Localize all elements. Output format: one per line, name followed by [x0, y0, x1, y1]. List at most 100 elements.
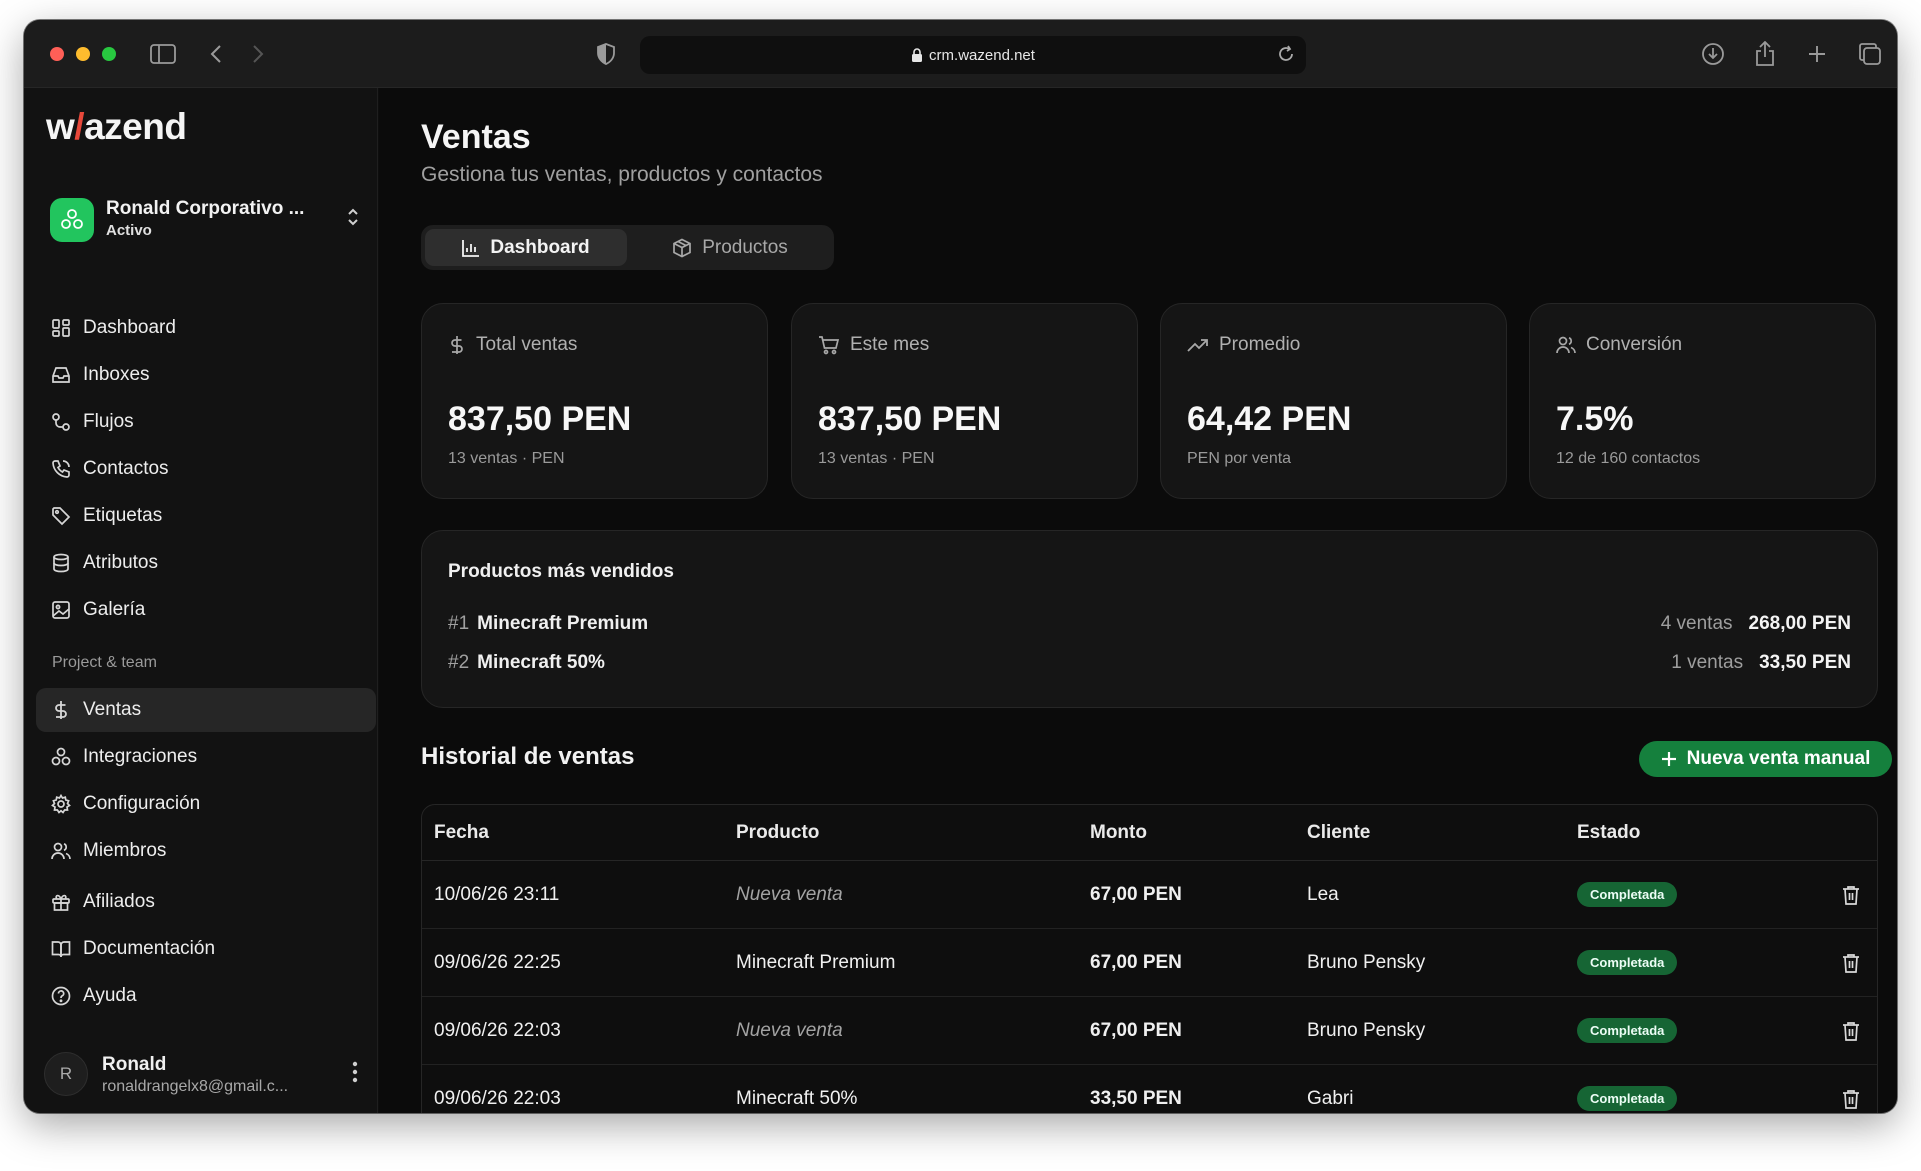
table-header: Fecha Producto Monto Cliente Estado	[422, 805, 1877, 861]
gear-icon	[50, 793, 72, 815]
cell-fecha: 09/06/26 22:03	[434, 1019, 561, 1041]
sidebar-item-label: Integraciones	[83, 746, 198, 767]
trending-up-icon	[1187, 337, 1209, 353]
sidebar-item-ayuda[interactable]: Ayuda	[36, 974, 376, 1018]
url-text: crm.wazend.net	[929, 46, 1035, 64]
sidebar: w/azend Ronald Corporativo ... Activo Da…	[24, 88, 378, 1113]
sidebar-item-label: Contactos	[83, 458, 169, 479]
cell-monto: 67,00 PEN	[1090, 951, 1182, 973]
bar-chart-icon	[462, 239, 480, 257]
stat-subtext: 13 ventas · PEN	[448, 450, 565, 467]
column-header[interactable]: Producto	[736, 805, 819, 860]
cell-estado: Completada	[1577, 1065, 1678, 1113]
page-subtitle: Gestiona tus ventas, productos y contact…	[421, 163, 823, 186]
shield-icon[interactable]	[590, 38, 622, 70]
trash-icon[interactable]	[1842, 997, 1860, 1064]
tab-label: Dashboard	[490, 236, 590, 258]
trash-icon[interactable]	[1842, 929, 1860, 996]
tab-productos[interactable]: Productos	[631, 229, 829, 266]
org-avatar	[50, 198, 94, 242]
stat-card-total-ventas: Total ventas 837,50 PEN 13 ventas · PEN	[421, 303, 768, 499]
stat-label: Conversión	[1586, 334, 1683, 355]
column-header[interactable]: Cliente	[1307, 805, 1370, 860]
sidebar-item-contactos[interactable]: Contactos	[36, 447, 376, 491]
browser-toolbar: crm.wazend.net	[24, 20, 1897, 88]
back-icon[interactable]	[200, 38, 232, 70]
org-switcher[interactable]: Ronald Corporativo ... Activo	[50, 194, 360, 244]
stat-card-promedio: Promedio 64,42 PEN PEN por venta	[1160, 303, 1507, 499]
org-status: Activo	[106, 222, 152, 239]
cell-cliente: Bruno Pensky	[1307, 1019, 1426, 1041]
column-header[interactable]: Fecha	[434, 805, 489, 860]
table-row[interactable]: 09/06/26 22:25 Minecraft Premium 67,00 P…	[422, 929, 1877, 997]
cell-fecha: 10/06/26 23:11	[434, 883, 560, 905]
new-manual-sale-button[interactable]: Nueva venta manual	[1639, 741, 1892, 777]
sidebar-item-flujos[interactable]: Flujos	[36, 400, 376, 444]
integrations-icon	[61, 209, 83, 229]
stat-subtext: 13 ventas · PEN	[818, 450, 935, 467]
share-icon[interactable]	[1749, 38, 1781, 70]
main-content: Ventas Gestiona tus ventas, productos y …	[379, 88, 1897, 1113]
sidebar-item-configuracion[interactable]: Configuración	[36, 782, 376, 826]
product-rank: #1	[448, 613, 470, 634]
tab-label: Productos	[702, 236, 788, 258]
trash-icon[interactable]	[1842, 861, 1860, 928]
sidebar-item-label: Flujos	[83, 411, 134, 432]
dollar-icon	[448, 335, 466, 355]
sidebar-toggle-icon[interactable]	[147, 38, 179, 70]
download-icon[interactable]	[1697, 38, 1729, 70]
close-window-button[interactable]	[50, 47, 64, 61]
sidebar-item-label: Atributos	[83, 552, 158, 573]
new-tab-icon[interactable]	[1801, 38, 1833, 70]
cell-estado: Completada	[1577, 861, 1678, 928]
maximize-window-button[interactable]	[102, 47, 116, 61]
cell-cliente: Gabri	[1307, 1087, 1354, 1109]
table-row[interactable]: 09/06/26 22:03 Nueva venta 67,00 PEN Bru…	[422, 997, 1877, 1065]
reload-icon[interactable]	[1276, 44, 1296, 64]
book-icon	[50, 938, 72, 960]
sidebar-item-afiliados[interactable]: Afiliados	[36, 880, 376, 924]
address-bar[interactable]: crm.wazend.net	[640, 36, 1306, 74]
tab-dashboard[interactable]: Dashboard	[425, 229, 627, 266]
tabs-overview-icon[interactable]	[1854, 38, 1886, 70]
package-icon	[672, 238, 692, 258]
sidebar-item-ventas[interactable]: Ventas	[36, 688, 376, 732]
user-name: Ronald	[102, 1054, 167, 1075]
sidebar-item-label: Inboxes	[83, 364, 150, 385]
cell-cliente: Bruno Pensky	[1307, 951, 1426, 973]
minimize-window-button[interactable]	[76, 47, 90, 61]
cell-producto: Minecraft 50%	[736, 1087, 858, 1109]
sidebar-item-label: Configuración	[83, 793, 201, 814]
product-amount: 268,00 PEN	[1748, 613, 1851, 634]
table-row[interactable]: 09/06/26 22:03 Minecraft 50% 33,50 PEN G…	[422, 1065, 1877, 1113]
sidebar-item-dashboard[interactable]: Dashboard	[36, 306, 376, 350]
page-title: Ventas	[421, 118, 531, 156]
sidebar-item-integraciones[interactable]: Integraciones	[36, 735, 376, 779]
column-header[interactable]: Estado	[1577, 805, 1640, 860]
cell-estado: Completada	[1577, 997, 1678, 1064]
sidebar-item-documentacion[interactable]: Documentación	[36, 927, 376, 971]
sidebar-item-label: Documentación	[83, 938, 216, 959]
trash-icon[interactable]	[1842, 1065, 1860, 1113]
user-email: ronaldrangelx8@gmail.c...	[102, 1078, 289, 1095]
stat-value: 7.5%	[1556, 400, 1634, 438]
sidebar-item-galeria[interactable]: Galería	[36, 588, 376, 632]
inbox-icon	[50, 364, 72, 386]
product-amount: 33,50 PEN	[1759, 652, 1851, 673]
top-products-card: Productos más vendidos #1 Minecraft Prem…	[421, 530, 1878, 708]
column-header[interactable]: Monto	[1090, 805, 1147, 860]
org-name: Ronald Corporativo ...	[106, 198, 305, 219]
sidebar-item-atributos[interactable]: Atributos	[36, 541, 376, 585]
sidebar-item-etiquetas[interactable]: Etiquetas	[36, 494, 376, 538]
cell-monto: 33,50 PEN	[1090, 1087, 1182, 1109]
users-icon	[50, 840, 72, 862]
sidebar-item-inboxes[interactable]: Inboxes	[36, 353, 376, 397]
table-row[interactable]: 10/06/26 23:11 Nueva venta 67,00 PEN Lea…	[422, 861, 1877, 929]
dollar-icon	[50, 699, 72, 721]
wazend-logo[interactable]: w/azend	[46, 106, 187, 148]
sidebar-item-miembros[interactable]: Miembros	[36, 829, 376, 873]
user-menu[interactable]: R Ronald ronaldrangelx8@gmail.c...	[44, 1048, 364, 1104]
section-label: Project & team	[52, 654, 157, 671]
forward-icon[interactable]	[242, 38, 274, 70]
more-vertical-icon[interactable]	[352, 1060, 358, 1084]
